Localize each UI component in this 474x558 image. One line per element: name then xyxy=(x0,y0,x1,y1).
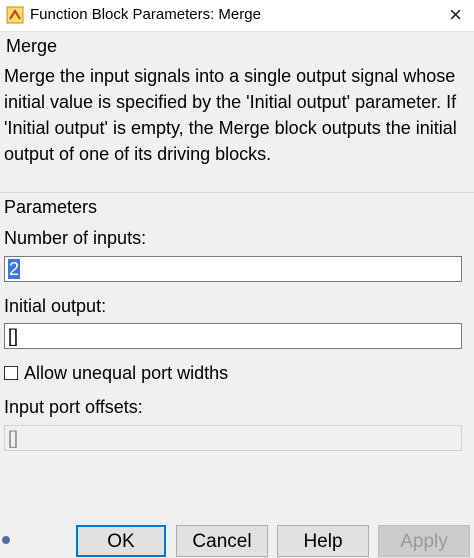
initial-output-field[interactable]: [] xyxy=(4,323,462,349)
parameters-heading: Parameters xyxy=(4,197,98,217)
num-inputs-field[interactable]: 2 xyxy=(4,256,462,282)
num-inputs-label: Number of inputs: xyxy=(4,228,147,248)
close-icon[interactable]: × xyxy=(449,3,462,27)
cancel-button[interactable]: Cancel xyxy=(176,525,268,557)
initial-output-label: Initial output: xyxy=(4,296,107,316)
separator xyxy=(0,192,474,193)
apply-button[interactable]: Apply xyxy=(378,525,470,557)
block-name: Merge xyxy=(6,36,58,56)
num-inputs-value: 2 xyxy=(8,259,21,279)
port-offsets-label: Input port offsets: xyxy=(4,397,143,417)
title-bar: Function Block Parameters: Merge × xyxy=(0,0,474,32)
simulink-block-icon xyxy=(6,6,24,24)
allow-unequal-label[interactable]: Allow unequal port widths xyxy=(24,361,228,385)
window-title: Function Block Parameters: Merge xyxy=(30,6,261,23)
allow-unequal-checkbox[interactable] xyxy=(4,366,18,380)
block-description: Merge the input signals into a single ou… xyxy=(4,66,457,164)
ok-button[interactable]: OK xyxy=(76,525,166,557)
status-indicator-icon xyxy=(2,536,10,544)
help-button[interactable]: Help xyxy=(277,525,369,557)
port-offsets-field: [] xyxy=(4,425,462,451)
